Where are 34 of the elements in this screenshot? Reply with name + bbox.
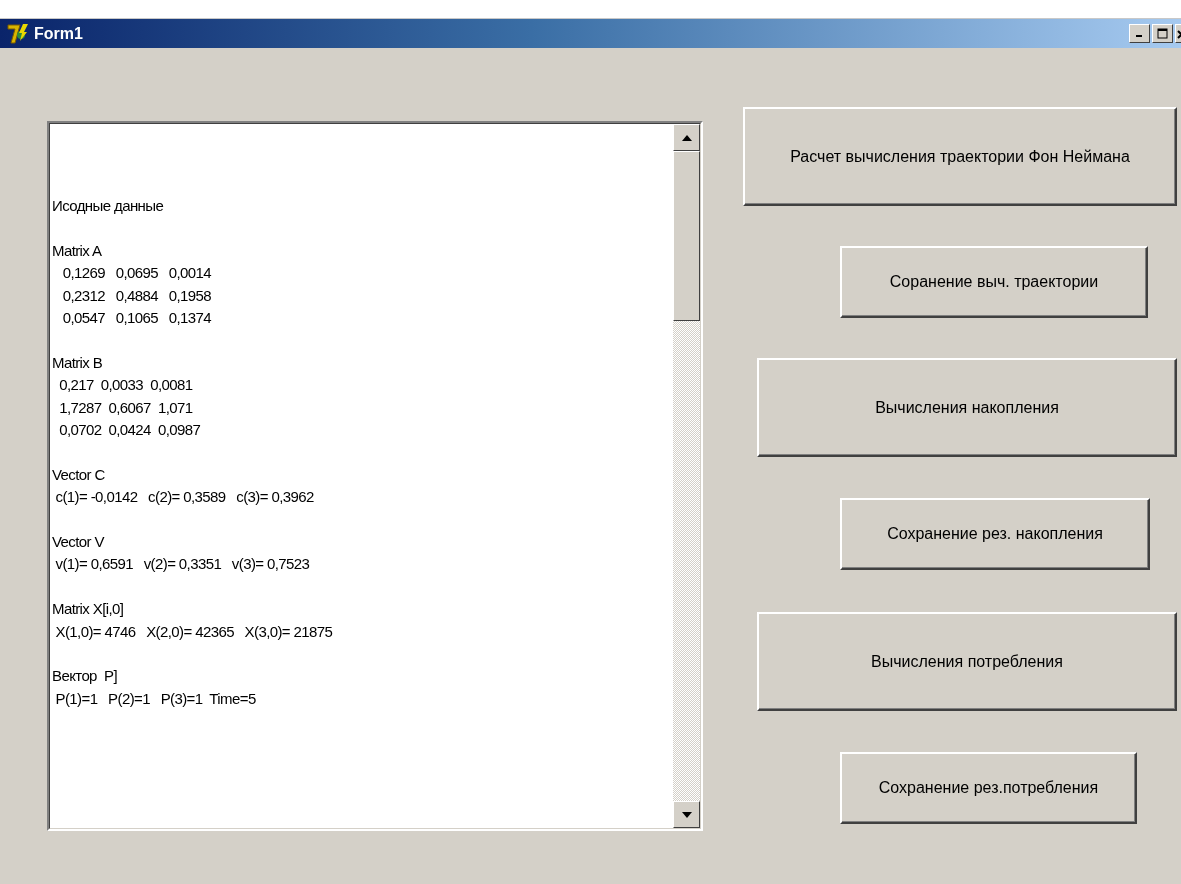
memo-line: 0,0702 0,0424 0,0987 xyxy=(58,420,202,441)
memo-line: 0,1269 0,0695 0,0014 xyxy=(61,263,213,284)
memo-line: P(1)=1 P(2)=1 P(3)=1 Time=5 xyxy=(54,688,257,709)
memo-line: Vector C xyxy=(52,464,106,485)
scroll-up-button[interactable] xyxy=(673,124,700,151)
memo-line: Matrix X[i,0] xyxy=(52,599,125,620)
memo-line: v(1)= 0,6591 v(2)= 0,3351 v(3)= 0,7523 xyxy=(54,554,311,575)
memo-line: 1,7287 0,6067 1,071 xyxy=(58,397,194,418)
action-button[interactable]: Сохранение рез.потребления xyxy=(840,752,1137,824)
memo-line: Исодные данные xyxy=(52,196,165,216)
memo-line: Вектор P] xyxy=(52,666,118,687)
action-button[interactable]: Соранение выч. траектории xyxy=(840,246,1148,318)
app-icon xyxy=(6,22,30,45)
up-arrow-icon xyxy=(681,134,692,141)
memo-line: 0,2312 0,4884 0,1958 xyxy=(61,285,212,306)
down-arrow-icon xyxy=(681,811,692,818)
action-button[interactable]: Расчет вычисления траектории Фон Неймана xyxy=(743,107,1177,206)
action-button[interactable]: Вычисления потребления xyxy=(757,612,1177,711)
maximize-button[interactable] xyxy=(1152,24,1173,43)
memo-line: X(1,0)= 4746 X(2,0)= 42365 X(3,0)= 21875 xyxy=(54,621,334,642)
scroll-down-button[interactable] xyxy=(673,801,700,828)
action-button[interactable]: Вычисления накопления xyxy=(757,358,1177,457)
scrollbar[interactable] xyxy=(673,124,700,828)
memo-line: 0,0547 0,1065 0,1374 xyxy=(61,308,213,328)
action-button[interactable]: Сохранение рез. накопления xyxy=(840,498,1150,570)
minimize-button[interactable] xyxy=(1129,24,1150,43)
memo-line: Matrix A xyxy=(52,240,103,261)
memo-line: Matrix B xyxy=(52,352,104,373)
maximize-icon xyxy=(1157,28,1168,39)
memo-line: 0,217 0,0033 0,0081 xyxy=(58,375,194,396)
scroll-thumb[interactable] xyxy=(673,151,700,321)
memo-line: Vector V xyxy=(52,532,106,553)
window-title: Form1 xyxy=(34,24,84,43)
memo-line: c(1)= -0,0142 c(2)= 0,3589 c(3)= 0,3962 xyxy=(54,487,315,508)
